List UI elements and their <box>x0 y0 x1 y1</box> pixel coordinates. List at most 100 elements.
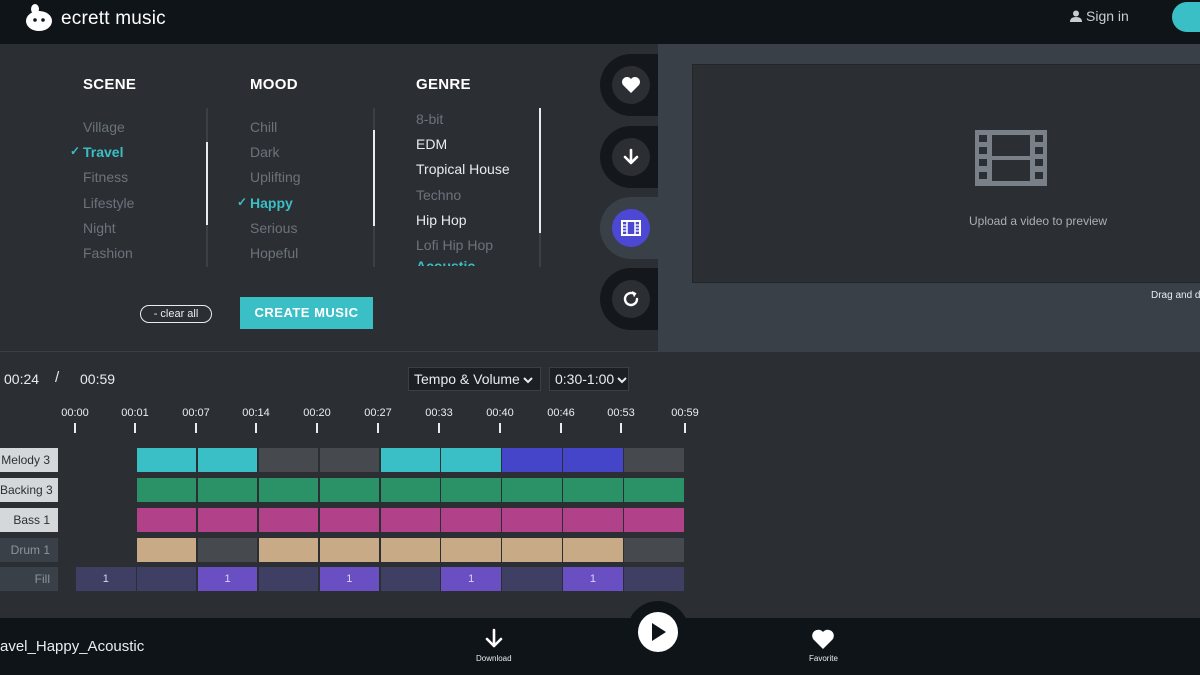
track-block[interactable] <box>563 538 623 562</box>
track-block[interactable] <box>258 567 319 591</box>
track-block[interactable] <box>76 508 136 532</box>
tempo-volume-select[interactable]: Tempo & Volume <box>408 367 541 391</box>
sign-in-label: Sign in <box>1086 8 1129 24</box>
track-label[interactable]: Fill <box>0 567 58 591</box>
track-block[interactable] <box>136 478 197 502</box>
track-block[interactable] <box>76 478 136 502</box>
mood-option-uplifting[interactable]: Uplifting <box>250 169 301 185</box>
mood-option-hopeful[interactable]: Hopeful <box>250 245 298 261</box>
track-block[interactable] <box>441 508 501 532</box>
track-label[interactable]: Backing 3 <box>0 478 58 502</box>
favorite-button[interactable]: Favorite <box>809 628 838 663</box>
genre-option-edm[interactable]: EDM <box>416 136 447 152</box>
track-block[interactable] <box>258 478 319 502</box>
favorite-side-button[interactable] <box>600 54 662 116</box>
track-block[interactable] <box>624 508 684 532</box>
track-block[interactable] <box>76 448 136 472</box>
regenerate-side-button[interactable] <box>600 268 662 330</box>
track-block[interactable] <box>136 567 197 591</box>
track-block[interactable]: 1 <box>319 567 380 591</box>
track-block[interactable] <box>502 448 562 472</box>
track-block[interactable] <box>502 508 562 532</box>
track-block[interactable] <box>258 538 319 562</box>
track-block[interactable] <box>380 508 440 532</box>
genre-option-8bit[interactable]: 8-bit <box>416 111 443 127</box>
clear-all-button[interactable]: - clear all <box>140 305 212 323</box>
scene-scroll-thumb[interactable] <box>206 142 208 225</box>
play-button[interactable] <box>638 612 678 652</box>
track-block[interactable] <box>380 567 440 591</box>
track-block[interactable] <box>319 478 380 502</box>
genre-option-acoustic[interactable]: Acoustic <box>416 258 475 266</box>
track-block[interactable]: 1 <box>563 567 623 591</box>
ghost-logo-icon[interactable] <box>24 4 54 32</box>
mood-option-happy[interactable]: ✓ Happy <box>237 195 293 211</box>
track-block[interactable] <box>258 508 319 532</box>
video-side-inner <box>612 209 650 247</box>
header-cta-button[interactable] <box>1172 2 1200 32</box>
scene-option-travel[interactable]: ✓ Travel <box>70 144 123 160</box>
track-block[interactable] <box>136 448 197 472</box>
track-block[interactable] <box>441 478 501 502</box>
track-block[interactable] <box>563 448 623 472</box>
track-label[interactable]: Bass 1 <box>0 508 58 532</box>
genre-scroll-thumb[interactable] <box>539 108 541 233</box>
track-block[interactable] <box>624 448 684 472</box>
track-block[interactable] <box>136 538 197 562</box>
track-block[interactable] <box>624 538 684 562</box>
mood-option-dark[interactable]: Dark <box>250 144 280 160</box>
track-block[interactable] <box>76 538 136 562</box>
genre-scrollbar[interactable] <box>539 108 541 267</box>
track-block[interactable]: 1 <box>76 567 136 591</box>
track-block[interactable] <box>563 508 623 532</box>
track-block[interactable] <box>624 478 684 502</box>
tick-label: 00:14 <box>242 407 270 419</box>
scene-scrollbar[interactable] <box>206 108 208 267</box>
track-block[interactable] <box>197 478 258 502</box>
genre-option-lofi-hip-hop[interactable]: Lofi Hip Hop <box>416 237 493 253</box>
genre-option-tropical-house[interactable]: Tropical House <box>416 161 510 177</box>
track-block[interactable] <box>136 508 197 532</box>
download-side-button[interactable] <box>600 126 662 188</box>
scene-option-village[interactable]: Village <box>83 119 125 135</box>
track-block[interactable] <box>197 508 258 532</box>
track-block[interactable] <box>258 448 319 472</box>
scene-option-lifestyle[interactable]: Lifestyle <box>83 195 134 211</box>
track-block[interactable] <box>197 448 258 472</box>
track-block[interactable] <box>441 448 501 472</box>
mood-scroll-thumb[interactable] <box>373 130 375 226</box>
track-block[interactable] <box>380 478 440 502</box>
scene-option-fashion[interactable]: Fashion <box>83 245 133 261</box>
track-block[interactable] <box>319 508 380 532</box>
video-drop-zone[interactable]: Upload a video to preview <box>692 64 1200 283</box>
genre-option-techno[interactable]: Techno <box>416 187 461 203</box>
mood-option-serious[interactable]: Serious <box>250 220 297 236</box>
track-block[interactable] <box>502 567 562 591</box>
app-name[interactable]: ecrett music <box>61 8 166 30</box>
track-block[interactable]: 1 <box>197 567 258 591</box>
track-block[interactable] <box>380 448 440 472</box>
track-block[interactable] <box>319 538 380 562</box>
genre-option-hip-hop[interactable]: Hip Hop <box>416 212 467 228</box>
track-block[interactable] <box>319 448 380 472</box>
track-block[interactable] <box>502 538 562 562</box>
sign-in-link[interactable]: Sign in <box>1070 8 1129 24</box>
scene-option-fitness[interactable]: Fitness <box>83 169 128 185</box>
track-block[interactable] <box>441 538 501 562</box>
mood-scrollbar[interactable] <box>373 108 375 267</box>
track-block[interactable] <box>197 538 258 562</box>
track-block[interactable] <box>563 478 623 502</box>
video-side-button[interactable] <box>600 197 662 259</box>
track-label[interactable]: Melody 3 <box>0 448 58 472</box>
download-button[interactable]: Download <box>476 628 512 663</box>
tick-label: 00:46 <box>547 407 575 419</box>
range-select[interactable]: 0:30-1:00 <box>549 367 629 391</box>
track-block[interactable] <box>502 478 562 502</box>
scene-option-night[interactable]: Night <box>83 220 116 236</box>
create-music-button[interactable]: CREATE MUSIC <box>240 297 373 329</box>
track-label[interactable]: Drum 1 <box>0 538 58 562</box>
track-block[interactable] <box>380 538 440 562</box>
track-block[interactable]: 1 <box>441 567 501 591</box>
track-block[interactable] <box>624 567 684 591</box>
mood-option-chill[interactable]: Chill <box>250 119 277 135</box>
